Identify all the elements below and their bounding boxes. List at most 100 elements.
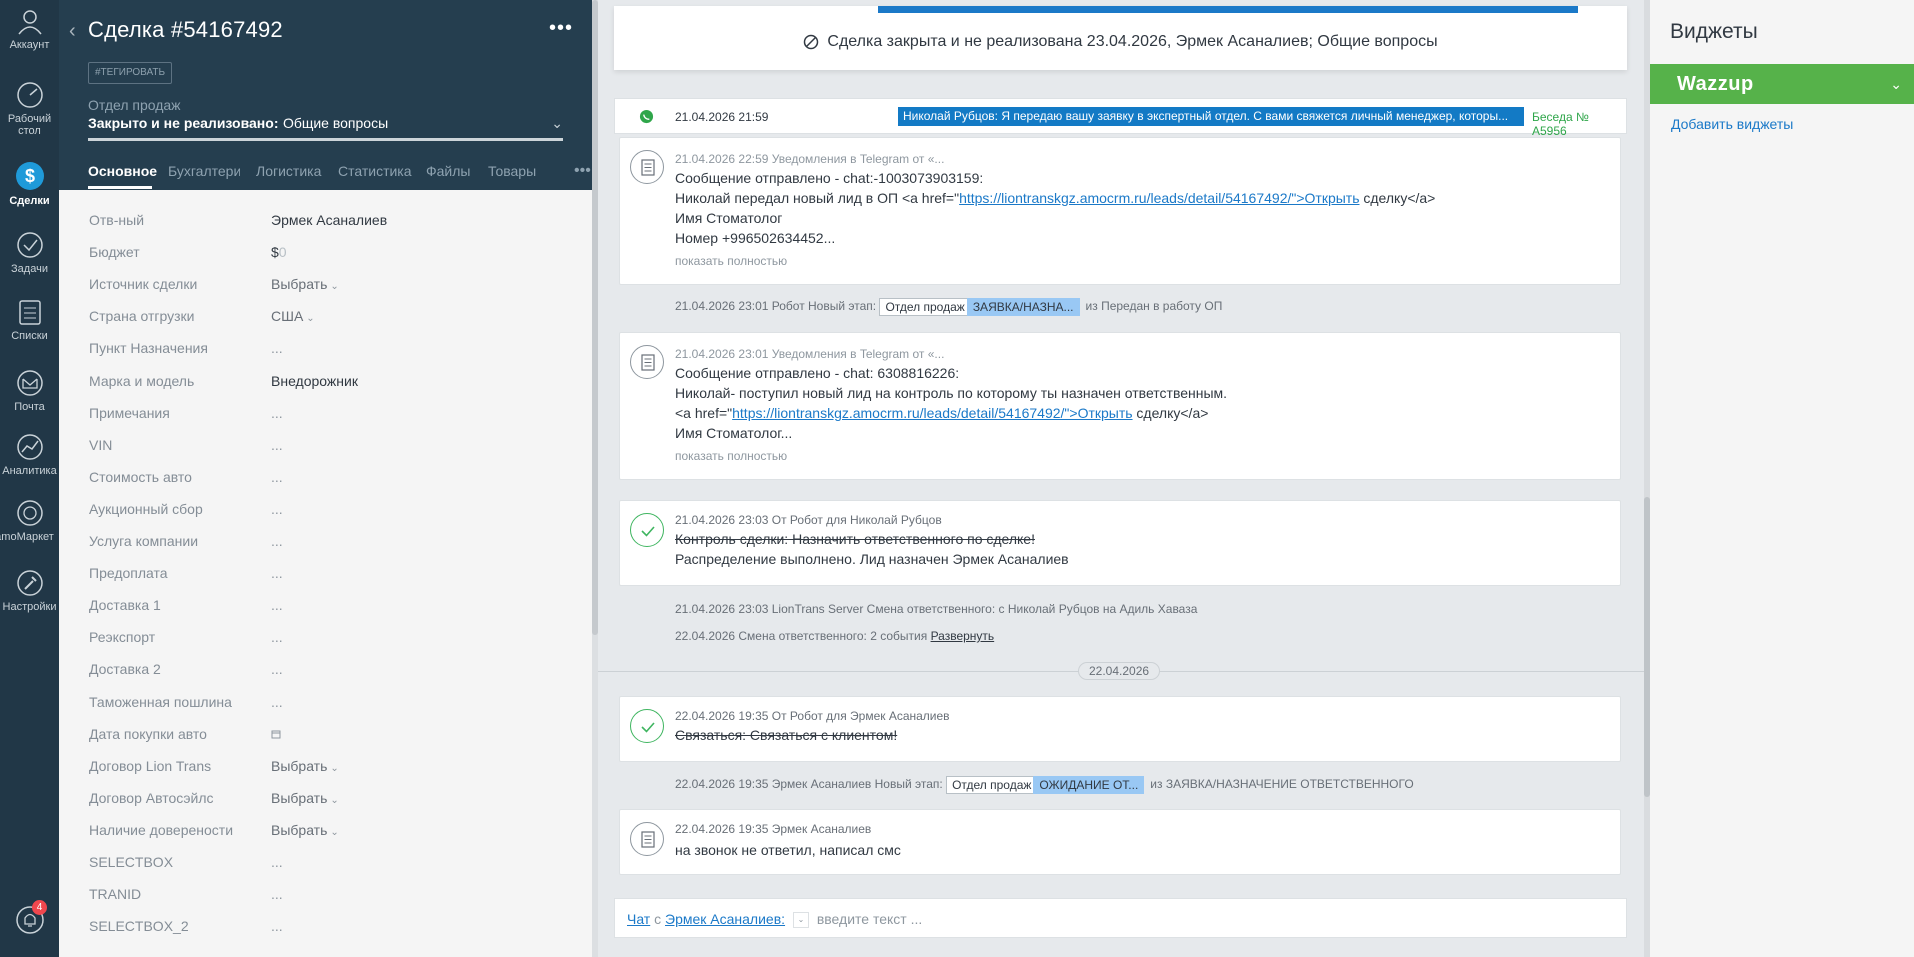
lead-title: Сделка #54167492 (88, 17, 283, 42)
conversation-link[interactable]: Беседа № A5956 (1532, 110, 1626, 138)
field-value[interactable] (271, 726, 281, 742)
market-icon (16, 500, 43, 526)
field-value[interactable]: Выбрать ⌄ (271, 822, 339, 838)
field-row: Аукционный сбор... (59, 497, 592, 521)
field-row: Наличие доверености Выбрать ⌄ (59, 818, 592, 842)
field-value-text: ... (271, 340, 283, 356)
stage-change-event: 22.04.2026 19:35 Эрмек Асаналиев Новый э… (675, 776, 1414, 794)
nav-tasks[interactable]: Задачи (0, 230, 59, 275)
more-menu-icon[interactable]: ••• (549, 17, 573, 40)
field-value[interactable]: ... (271, 533, 283, 549)
field-value[interactable]: ... (271, 565, 283, 581)
field-label: TRANID (89, 886, 142, 902)
field-value[interactable]: Внедорожник (271, 373, 358, 389)
field-value[interactable]: Выбрать ⌄ (271, 276, 339, 292)
lead-link[interactable]: https://liontranskgz.amocrm.ru/leads/det… (959, 190, 1359, 206)
main-nav: Аккаунт Рабочий стол $ Сделки Задачи Спи… (0, 0, 59, 957)
field-value[interactable]: ... (271, 437, 283, 453)
tab-logistics[interactable]: Логистика (256, 163, 321, 179)
nav-notifications[interactable] (0, 905, 59, 938)
nav-leads[interactable]: $ Сделки (0, 160, 59, 207)
task-done-icon (630, 513, 664, 547)
field-value[interactable]: Эрмек Асаналиев (271, 212, 387, 228)
pinned-message[interactable]: 21.04.2026 21:59 Николай Рубцов: Я перед… (614, 98, 1627, 138)
field-value[interactable]: $0 (271, 244, 287, 260)
field-value[interactable]: Выбрать ⌄ (271, 790, 339, 806)
whatsapp-icon (639, 109, 654, 124)
nav-dashboard[interactable]: Рабочий стол (0, 80, 59, 137)
expand-link[interactable]: Развернуть (931, 629, 995, 643)
nav-analytics[interactable]: Аналитика (0, 432, 59, 477)
nav-mail[interactable]: Почта (0, 368, 59, 413)
nav-market[interactable]: amoМаркет (0, 498, 59, 543)
field-value-text: ... (271, 597, 283, 613)
tab-accounting[interactable]: Бухгалтерия (168, 163, 240, 179)
tag-button[interactable]: #ТЕГИРОВАТЬ (88, 62, 173, 84)
event-text: 21.04.2026 23:01 Робот Новый этап: (675, 299, 877, 314)
chevron-down-icon: ⌄ (330, 827, 339, 838)
field-value[interactable]: ... (271, 501, 283, 517)
field-label: Примечания (89, 405, 170, 421)
chevron-down-icon[interactable]: ⌄ (792, 912, 809, 929)
pinned-message-text[interactable]: Николай Рубцов: Я передаю вашу заявку в … (898, 107, 1524, 126)
nav-settings[interactable]: Настройки (0, 568, 59, 613)
tab-statistics[interactable]: Статистика (338, 163, 412, 179)
show-more-link[interactable]: показать полностью (675, 449, 787, 463)
feed-note-telegram-2: 21.04.2026 23:01 Уведомления в Telegram … (619, 332, 1621, 480)
nav-lists[interactable]: Списки (0, 297, 59, 342)
field-value[interactable]: ... (271, 469, 283, 485)
field-value[interactable]: ... (271, 694, 283, 710)
field-label: SELECTBOX (89, 854, 174, 870)
note-line: Имя Стоматолог (675, 210, 783, 226)
leads-icon: $ (15, 162, 44, 190)
back-arrow-icon[interactable]: ‹ (69, 20, 76, 43)
nav-account[interactable]: Аккаунт (0, 6, 59, 51)
add-widgets-link[interactable]: Добавить виджеты (1671, 116, 1793, 132)
field-value[interactable]: ... (271, 405, 283, 421)
field-value[interactable]: ... (271, 661, 283, 677)
field-value[interactable]: Выбрать ⌄ (271, 758, 339, 774)
pipeline-chip: Отдел продаж (946, 776, 1038, 794)
task-done-icon (630, 709, 664, 743)
chat-composer[interactable]: Чат с Эрмек Асаналиев: ⌄ введите текст .… (614, 898, 1627, 938)
event-text: из Передан в работу ОП (1085, 299, 1223, 314)
notifications-badge: 4 (32, 900, 47, 915)
event-text: 22.04.2026 19:35 Эрмек Асаналиев Новый э… (675, 777, 943, 792)
note-icon (630, 150, 664, 184)
field-value[interactable]: ... (271, 886, 283, 902)
pipeline-chip: Отдел продаж (879, 298, 971, 316)
tabs-more-icon[interactable]: ••• (574, 162, 591, 180)
field-value[interactable]: США ⌄ (271, 308, 315, 324)
note-icon (630, 345, 664, 379)
field-value[interactable]: ... (271, 918, 283, 934)
dashboard-icon (16, 82, 43, 108)
field-label: Доставка 1 (89, 597, 161, 613)
field-row: Марка и модель Внедорожник (59, 369, 592, 393)
field-label: Бюджет (89, 244, 140, 260)
wazzup-widget[interactable]: Wazzup ⌄ (1650, 64, 1914, 104)
note-line: Номер +996502634452... (675, 230, 836, 246)
field-row: Пункт Назначения... (59, 336, 592, 360)
show-more-link[interactable]: показать полностью (675, 254, 787, 268)
field-row: SELECTBOX... (59, 850, 592, 874)
lead-link[interactable]: https://liontranskgz.amocrm.ru/leads/det… (732, 405, 1132, 421)
message-type-link[interactable]: Чат (627, 911, 650, 927)
calendar-icon[interactable] (271, 726, 281, 742)
field-value[interactable]: ... (271, 597, 283, 613)
tab-files[interactable]: Файлы (426, 163, 470, 179)
stage-selector[interactable]: Закрыто и не реализовано: Общие вопросы … (88, 115, 563, 141)
field-label: Доставка 2 (89, 661, 161, 677)
card-tabs: Основное Бухгалтерия Логистика Статистик… (88, 160, 591, 190)
chat-placeholder[interactable]: введите текст ... (817, 911, 922, 927)
tab-products[interactable]: Товары (488, 163, 536, 179)
tab-main[interactable]: Основное (88, 163, 157, 179)
note-meta: 22.04.2026 19:35 Эрмек Асаналиев (675, 822, 872, 836)
stage-chip: ОЖИДАНИЕ ОТ... (1033, 776, 1145, 794)
field-value[interactable]: ... (271, 629, 283, 645)
field-row: Отв-ный Эрмек Асаналиев (59, 208, 592, 232)
field-value[interactable]: ... (271, 854, 283, 870)
chevron-down-icon: ⌄ (1890, 76, 1902, 92)
field-value[interactable]: ... (271, 340, 283, 356)
chat-contact-link[interactable]: Эрмек Асаналиев: (665, 911, 785, 927)
chevron-down-icon: ⌄ (551, 115, 563, 131)
